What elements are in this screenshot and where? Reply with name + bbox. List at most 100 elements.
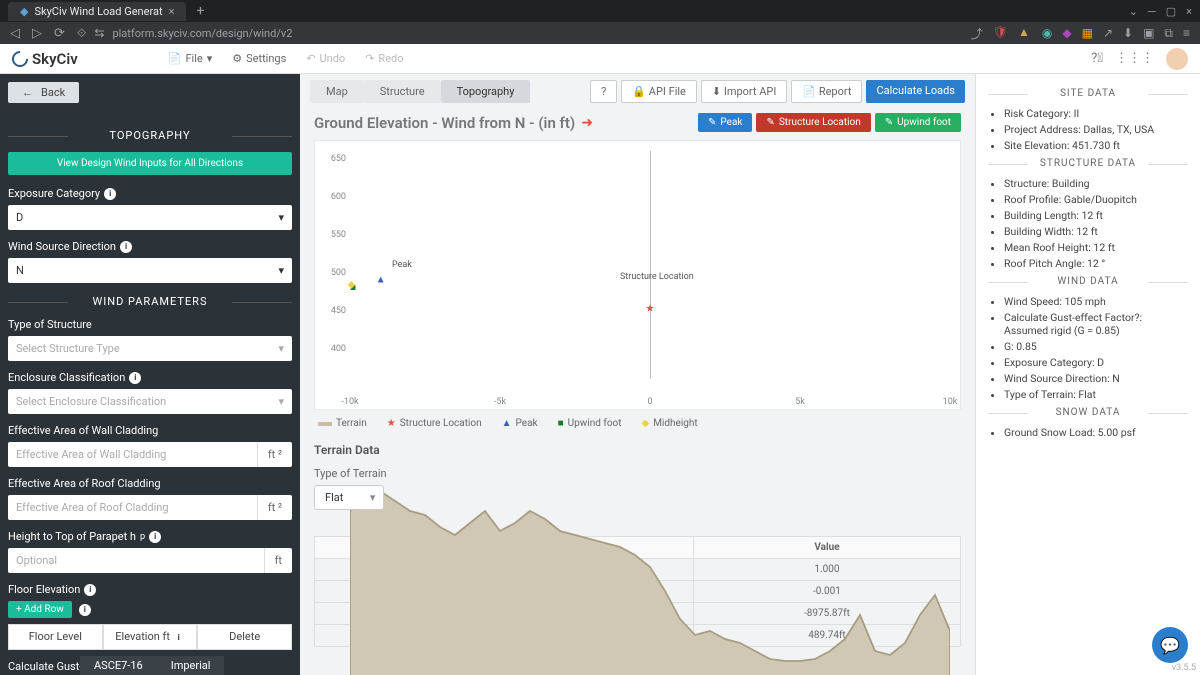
- data-item: Type of Terrain: Flat: [1004, 388, 1188, 401]
- ext-icon-5[interactable]: ⬇: [1123, 26, 1133, 40]
- bookmark-icon[interactable]: ⟐: [77, 26, 86, 41]
- floor-th-delete: Delete: [197, 624, 292, 650]
- url-text[interactable]: platform.skyciv.com/design/wind/v2: [112, 27, 292, 40]
- right-panel: SITE DATA Risk Category: II Project Addre…: [975, 74, 1200, 675]
- browser-tab[interactable]: ◆ SkyCiv Wind Load Generat ×: [8, 2, 186, 21]
- roof-cladding-input[interactable]: Effective Area of Roof Cladding: [8, 495, 257, 520]
- parapet-input[interactable]: Optional: [8, 548, 264, 573]
- site-data-header: SITE DATA: [988, 88, 1188, 99]
- code-toggle-imperial[interactable]: Imperial: [157, 656, 225, 675]
- chip-upwind[interactable]: ✎ Upwind foot: [875, 113, 961, 132]
- close-window-icon[interactable]: ×: [1186, 5, 1192, 18]
- help-button[interactable]: ?: [590, 80, 617, 103]
- floor-elev-label: Floor Elevationi: [8, 583, 292, 596]
- info-icon[interactable]: i: [149, 531, 161, 543]
- chevron-down-icon: ▾: [278, 342, 284, 355]
- exposure-category-select[interactable]: D▾: [8, 205, 292, 230]
- enclosure-label: Enclosure Classificationi: [8, 371, 292, 384]
- info-icon[interactable]: i: [120, 241, 132, 253]
- reload-icon[interactable]: ⟳: [54, 26, 65, 41]
- data-item: Wind Speed: 105 mph: [1004, 295, 1188, 308]
- data-item: Roof Profile: Gable/Duopitch: [1004, 193, 1188, 206]
- floor-th-elevation: Elevation ft i: [103, 624, 198, 650]
- ext-icon-3[interactable]: ▦: [1082, 26, 1093, 40]
- tab-map[interactable]: Map: [310, 80, 364, 103]
- brand-logo[interactable]: SkyCiv: [12, 50, 78, 68]
- wall-cladding-input[interactable]: Effective Area of Wall Cladding: [8, 442, 257, 467]
- view-inputs-button[interactable]: View Design Wind Inputs for All Directio…: [8, 152, 292, 175]
- api-file-button[interactable]: 🔒 API File: [621, 80, 697, 103]
- menu-icon[interactable]: ≡: [1183, 26, 1190, 40]
- code-toggle-asce[interactable]: ASCE7-16: [80, 656, 157, 675]
- section-header-wind-params: WIND PARAMETERS: [8, 295, 292, 308]
- unit-label: ft: [264, 548, 292, 573]
- info-icon[interactable]: i: [104, 188, 116, 200]
- data-item: Risk Category: II: [1004, 107, 1188, 120]
- type-structure-select[interactable]: Select Structure Type▾: [8, 336, 292, 361]
- redo-button[interactable]: ↷ Redo: [365, 52, 403, 65]
- undo-button[interactable]: ↶ Undo: [306, 52, 345, 65]
- minimize-icon[interactable]: ⌄: [1129, 5, 1138, 18]
- info-icon[interactable]: i: [129, 372, 141, 384]
- chip-peak[interactable]: ✎ Peak: [698, 113, 752, 132]
- tab-favicon: ◆: [20, 5, 28, 18]
- minimize-window-icon[interactable]: ─: [1148, 5, 1156, 18]
- file-menu[interactable]: 📄 File ▾: [168, 52, 213, 65]
- avatar[interactable]: [1166, 48, 1188, 70]
- elevation-chart: 400450500550600650 Peak Structure Locati…: [314, 140, 961, 410]
- forward-icon[interactable]: ▷: [32, 26, 42, 41]
- floor-table-header: Floor Level Elevation ft i Delete: [8, 624, 292, 650]
- back-icon[interactable]: ◁: [10, 26, 20, 41]
- new-tab-button[interactable]: +: [196, 3, 204, 19]
- data-item: Site Elevation: 451.730 ft: [1004, 139, 1188, 152]
- close-icon[interactable]: ×: [169, 5, 175, 18]
- wind-source-select[interactable]: N▾: [8, 258, 292, 283]
- ext-icon-7[interactable]: ⧉: [1164, 26, 1173, 41]
- chevron-down-icon: ▾: [278, 211, 284, 224]
- tab-structure[interactable]: Structure: [364, 80, 441, 103]
- info-icon[interactable]: i: [173, 632, 185, 644]
- share-icon[interactable]: ⤴: [971, 25, 983, 42]
- info-icon[interactable]: i: [84, 584, 96, 596]
- back-button[interactable]: ← Back: [8, 82, 79, 103]
- data-item: Calculate Gust-effect Factor?: Assumed r…: [1004, 311, 1188, 337]
- warn-icon[interactable]: ▲: [1018, 25, 1030, 42]
- arrow-right-icon[interactable]: ➜: [581, 115, 593, 131]
- report-button[interactable]: 📄 Report: [791, 80, 862, 103]
- apps-icon[interactable]: ⋮⋮⋮: [1115, 51, 1154, 66]
- roof-cladding-label: Effective Area of Roof Cladding: [8, 477, 292, 490]
- tab-title: SkyCiv Wind Load Generat: [34, 5, 162, 18]
- chevron-down-icon: ▾: [278, 395, 284, 408]
- enclosure-select[interactable]: Select Enclosure Classification▾: [8, 389, 292, 414]
- terrain-type-select[interactable]: Flat: [314, 485, 384, 510]
- ext-icon-4[interactable]: ↗: [1103, 26, 1113, 40]
- logo-icon: [9, 47, 32, 70]
- brand-text: SkyCiv: [32, 50, 78, 68]
- import-api-button[interactable]: ⬇ Import API: [701, 80, 787, 103]
- type-structure-label: Type of Structure: [8, 318, 292, 331]
- chat-bubble[interactable]: 💬: [1152, 627, 1188, 663]
- unit-label: ft ²: [257, 442, 292, 467]
- data-item: Wind Source Direction: N: [1004, 372, 1188, 385]
- site-info-icon[interactable]: ⇆: [94, 26, 104, 40]
- ext-icon-1[interactable]: ◉: [1042, 26, 1052, 40]
- structure-annotation: Structure Location: [620, 272, 694, 282]
- data-item: Exposure Category: D: [1004, 356, 1188, 369]
- shield-icon[interactable]: 🛡: [993, 25, 1008, 42]
- help-icon[interactable]: ?⃝: [1091, 51, 1103, 66]
- data-item: Project Address: Dallas, TX, USA: [1004, 123, 1188, 136]
- chip-structure[interactable]: ✎ Structure Location: [756, 113, 870, 132]
- exposure-category-label: Exposure Categoryi: [8, 187, 292, 200]
- maximize-icon[interactable]: ▢: [1166, 5, 1176, 18]
- floor-th-level: Floor Level: [8, 624, 103, 650]
- settings-menu[interactable]: ⚙ Settings: [232, 52, 286, 65]
- info-icon[interactable]: i: [79, 604, 91, 616]
- add-row-button[interactable]: + Add Row: [8, 601, 72, 618]
- structure-vline: [650, 151, 651, 379]
- data-item: Mean Roof Height: 12 ft: [1004, 241, 1188, 254]
- data-item: Building Width: 12 ft: [1004, 225, 1188, 238]
- calculate-button[interactable]: Calculate Loads: [866, 80, 965, 103]
- ext-icon-6[interactable]: ▣: [1143, 26, 1154, 40]
- tab-topography[interactable]: Topography: [441, 80, 531, 103]
- ext-icon-2[interactable]: ◆: [1062, 26, 1071, 40]
